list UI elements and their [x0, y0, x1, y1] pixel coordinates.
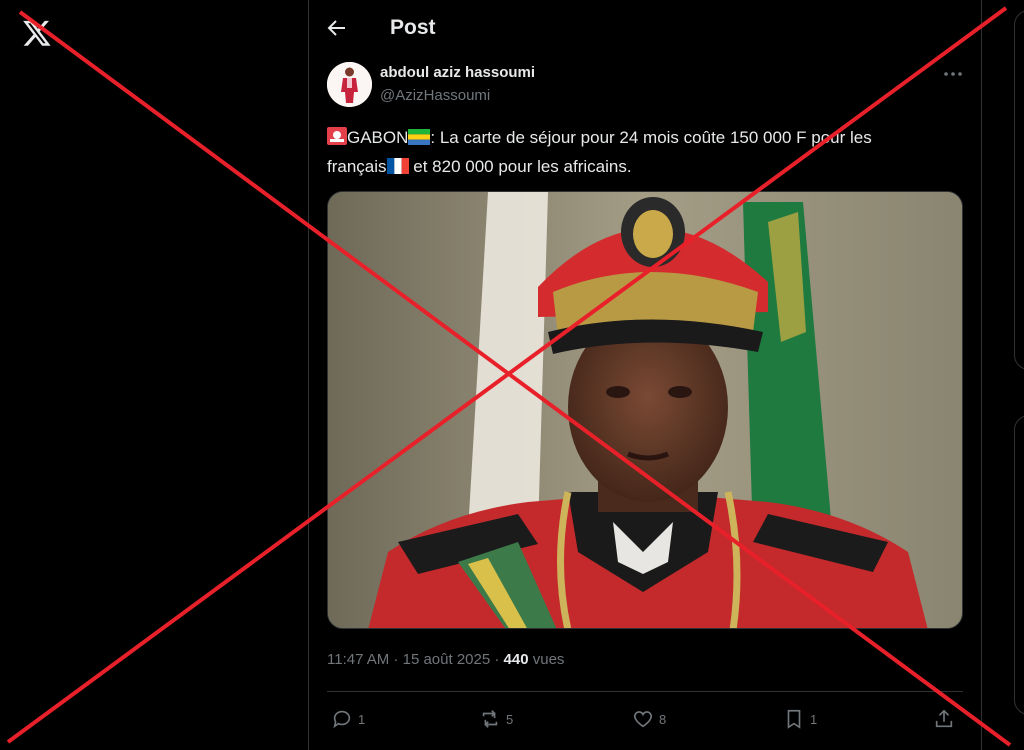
- tweet-text: GABON : La carte de séjour pour 24 mois …: [327, 124, 967, 182]
- action-bar: 1 5 8 1: [327, 704, 967, 734]
- tweet-line1: : La carte de séjour pour 24 mois coûte …: [430, 128, 872, 147]
- tweet-line2-b: et 820 000 pour les africains.: [408, 157, 632, 176]
- post-column: Post abdoul aziz hassoumi @AzizHassoumi …: [309, 0, 981, 750]
- bookmark-icon: [787, 709, 801, 729]
- left-nav: [0, 0, 308, 750]
- share-icon: [935, 709, 953, 728]
- bookmark-count: 1: [810, 711, 818, 727]
- repost-icon: [482, 710, 498, 728]
- reply-count: 1: [358, 711, 366, 727]
- right-sidebar-card: [1014, 10, 1024, 370]
- post-meta: 11:47 AM · 15 août 2025 · 440 vues: [327, 651, 565, 668]
- post-date[interactable]: 15 août 2025: [403, 651, 491, 668]
- post-header: Post: [309, 0, 981, 56]
- more-icon[interactable]: [941, 64, 965, 84]
- tweet-line2-a: français: [327, 157, 387, 176]
- like-count: 8: [659, 711, 667, 727]
- repost-count: 5: [506, 711, 514, 727]
- france-flag-icon: [386, 155, 409, 182]
- x-logo-icon[interactable]: [22, 18, 52, 48]
- siren-emoji-icon: [327, 126, 347, 153]
- avatar[interactable]: [327, 62, 372, 107]
- reply-icon: [333, 710, 351, 729]
- like-button[interactable]: 8: [632, 704, 666, 734]
- avatar-image: [327, 62, 372, 107]
- tweet-photo[interactable]: [327, 191, 963, 629]
- share-button[interactable]: [933, 704, 955, 734]
- reply-button[interactable]: 1: [331, 704, 365, 734]
- tweet-prefix: GABON: [347, 128, 409, 147]
- repost-button[interactable]: 5: [479, 704, 513, 734]
- back-arrow-icon[interactable]: [325, 16, 349, 40]
- officer-photo: [328, 192, 962, 628]
- bookmark-button[interactable]: 1: [783, 704, 817, 734]
- gabon-flag-icon: [408, 126, 431, 153]
- page-title: Post: [390, 16, 436, 39]
- author-name[interactable]: abdoul aziz hassoumi: [380, 64, 535, 81]
- meta-divider: [327, 691, 963, 692]
- views-count: 440: [503, 651, 529, 668]
- author-handle[interactable]: @AzizHassoumi: [380, 87, 490, 104]
- right-divider: [981, 0, 982, 750]
- like-icon: [633, 711, 653, 728]
- post-time[interactable]: 11:47 AM: [327, 651, 389, 668]
- views-label: vues: [532, 651, 565, 668]
- right-sidebar-card: [1014, 415, 1024, 715]
